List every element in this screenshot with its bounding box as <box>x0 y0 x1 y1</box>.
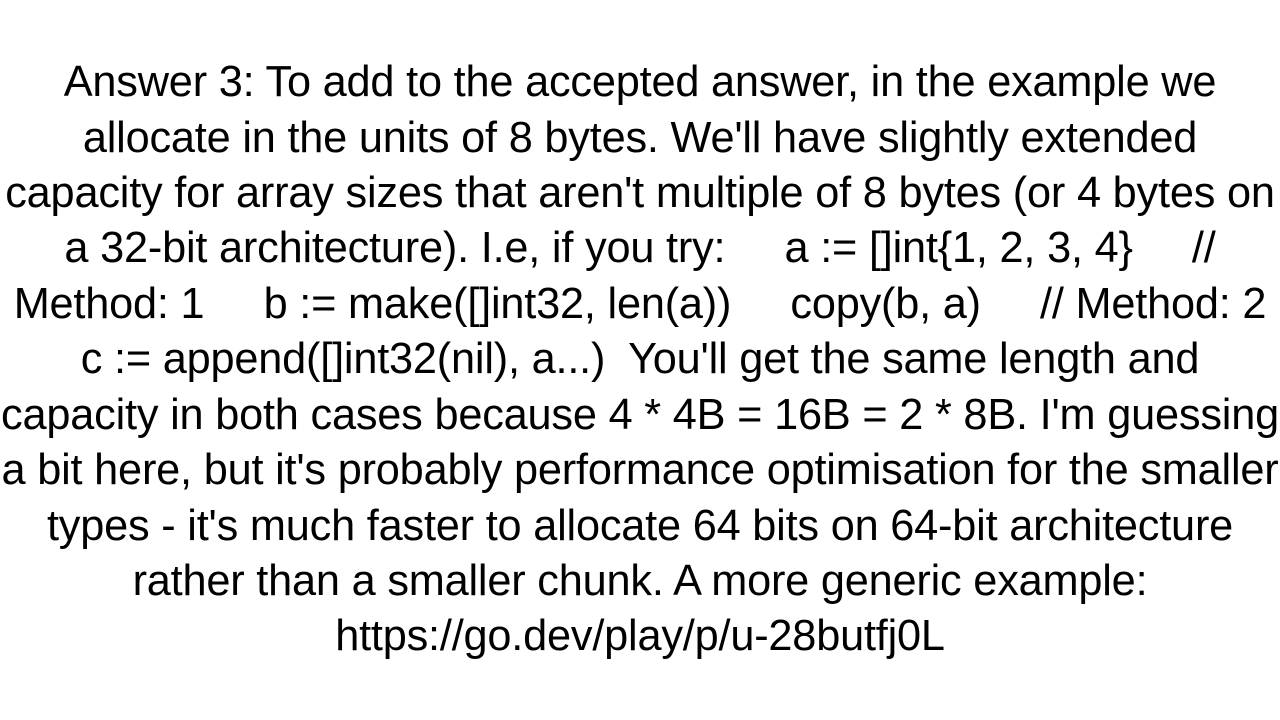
content-container: Answer 3: To add to the accepted answer,… <box>0 0 1280 720</box>
answer-text: Answer 3: To add to the accepted answer,… <box>0 55 1280 664</box>
